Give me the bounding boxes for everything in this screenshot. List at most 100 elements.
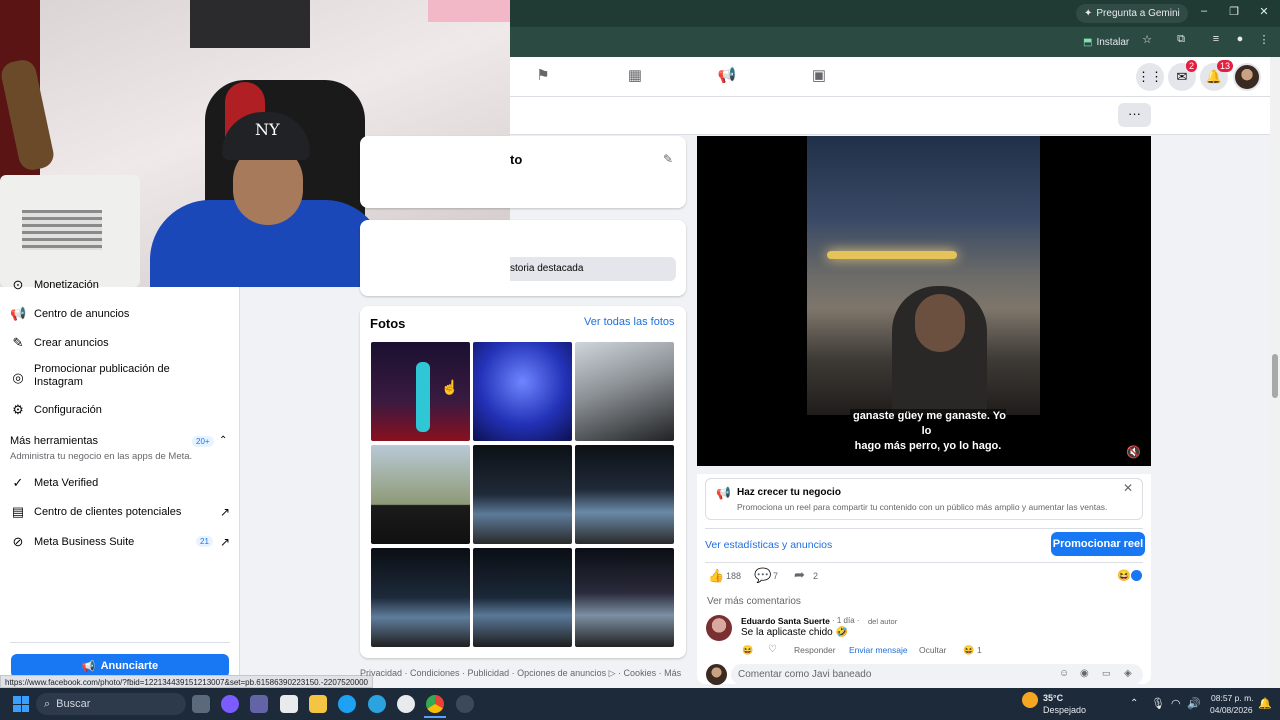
sidebar-item-label: Monetización bbox=[34, 279, 99, 291]
restore-icon[interactable]: ❐ bbox=[1227, 5, 1241, 18]
copilot-icon[interactable] bbox=[221, 695, 239, 713]
sidebar-item-meta-verified[interactable]: ✓ Meta Verified bbox=[10, 475, 232, 491]
photo-thumbnail[interactable] bbox=[575, 445, 674, 544]
sidebar-divider bbox=[10, 642, 230, 643]
close-icon[interactable]: ✕ bbox=[1123, 481, 1133, 495]
discord-icon[interactable] bbox=[397, 695, 415, 713]
photo-thumbnail[interactable] bbox=[473, 342, 572, 441]
flag-icon[interactable]: ⚑ bbox=[532, 66, 554, 86]
see-all-photos-link[interactable]: Ver todas las fotos bbox=[584, 316, 675, 328]
insights-icon[interactable]: ▦ bbox=[624, 66, 646, 86]
wall-poster-pink bbox=[428, 0, 510, 22]
sticker-icon[interactable]: ◈ bbox=[1124, 668, 1132, 679]
chevron-up-icon[interactable]: ⌃ bbox=[219, 435, 227, 446]
pencil-icon[interactable]: ✎ bbox=[663, 152, 673, 166]
wifi-icon[interactable]: ◠ bbox=[1171, 697, 1181, 710]
photo-thumbnail[interactable] bbox=[371, 548, 470, 647]
camera-icon[interactable]: ◉ bbox=[1080, 668, 1089, 679]
account-avatar[interactable] bbox=[1233, 63, 1261, 91]
gemini-button[interactable]: ✦ Pregunta a Gemini bbox=[1076, 4, 1188, 23]
weather-sun-icon[interactable] bbox=[1022, 692, 1038, 708]
emoji-icon[interactable]: ☺ bbox=[1059, 668, 1069, 679]
install-icon: ⬒ bbox=[1083, 36, 1093, 48]
extensions-icon[interactable]: ⧉ bbox=[1173, 33, 1189, 46]
laugh-reaction-icon: 😆 bbox=[963, 645, 975, 655]
comment-meta: · 1 día · bbox=[832, 616, 860, 625]
more-options-button[interactable]: ··· bbox=[1118, 103, 1151, 127]
comment-icon[interactable]: 💬 bbox=[754, 567, 771, 584]
sidebar-item-promocionar-instagram[interactable]: ◎ Promocionar publicación de Instagram bbox=[10, 363, 232, 389]
mute-icon[interactable]: 🔇 bbox=[1126, 445, 1141, 459]
menu-kebab-icon[interactable]: ⋮ bbox=[1256, 33, 1272, 46]
reels-icon[interactable]: ▣ bbox=[808, 66, 830, 86]
minimize-icon[interactable]: – bbox=[1197, 5, 1211, 17]
like-icon[interactable]: 👍 bbox=[708, 568, 724, 584]
hide-comment-link[interactable]: Ocultar bbox=[919, 645, 946, 655]
volume-icon[interactable]: 🔊 bbox=[1187, 697, 1201, 710]
laugh-reaction-icon[interactable]: 😆 bbox=[742, 645, 753, 656]
clock-time[interactable]: 08:57 p. m. bbox=[1211, 693, 1254, 703]
photo-thumbnail[interactable] bbox=[575, 342, 674, 441]
microphone-icon[interactable]: 🎙 bbox=[1151, 697, 1165, 710]
commenter-avatar[interactable] bbox=[706, 615, 732, 641]
photo-thumbnail[interactable] bbox=[575, 548, 674, 647]
reply-link[interactable]: Responder bbox=[794, 645, 836, 655]
task-view-icon[interactable] bbox=[192, 695, 210, 713]
share-icon[interactable]: ➦ bbox=[794, 567, 805, 583]
install-button[interactable]: ⬒ Instalar bbox=[1078, 33, 1134, 51]
sidebar-item-crear-anuncios[interactable]: ✎ Crear anuncios bbox=[10, 335, 232, 351]
reactions-summary-icon[interactable]: 😆 bbox=[1117, 569, 1131, 582]
comment-count: 7 bbox=[773, 571, 779, 581]
windows-start-icon[interactable] bbox=[13, 696, 29, 712]
scrollbar-thumb[interactable] bbox=[1272, 354, 1278, 398]
reel-caption: ganaste güey me ganaste. Yo lo hago más … bbox=[843, 409, 1013, 454]
edge-icon[interactable] bbox=[338, 695, 356, 713]
megaphone-icon: 📢 bbox=[716, 486, 731, 500]
store-icon[interactable] bbox=[280, 695, 298, 713]
promote-reel-button[interactable]: Promocionar reel bbox=[1051, 532, 1145, 556]
promo-title: Haz crecer tu negocio bbox=[737, 487, 841, 498]
more-comments-link[interactable]: Ver más comentarios bbox=[707, 596, 801, 607]
chrome-icon[interactable] bbox=[426, 695, 444, 713]
featured-story-button[interactable]: storia destacada bbox=[510, 257, 676, 281]
sidebar-item-centro-clientes[interactable]: ▤ Centro de clientes potenciales ↗ bbox=[10, 504, 232, 520]
sidebar-item-configuracion[interactable]: ⚙ Configuración bbox=[10, 402, 232, 418]
install-label: Instalar bbox=[1096, 36, 1130, 48]
reaction-count: 1 bbox=[977, 645, 982, 655]
author-tag: del autor bbox=[868, 617, 898, 626]
sidebar-item-label: Centro de anuncios bbox=[34, 308, 130, 320]
bookmark-star-icon[interactable]: ☆ bbox=[1139, 33, 1155, 46]
photo-thumbnail[interactable] bbox=[473, 548, 572, 647]
photo-thumbnail[interactable] bbox=[473, 445, 572, 544]
megaphone-icon[interactable]: 📢 bbox=[716, 66, 738, 86]
reading-list-icon[interactable]: ≡ bbox=[1208, 33, 1224, 45]
footer-links[interactable]: Privacidad · Condiciones · Publicidad · … bbox=[360, 668, 690, 679]
send-message-link[interactable]: Enviar mensaje bbox=[849, 645, 908, 655]
apps-menu-button[interactable]: ⋮⋮ bbox=[1136, 63, 1164, 91]
dislike-icon[interactable]: ♡ bbox=[768, 644, 777, 655]
more-tools-count: 20+ bbox=[192, 436, 214, 447]
sidebar-item-label: Promocionar publicación de Instagram bbox=[34, 363, 170, 388]
close-icon[interactable]: ✕ bbox=[1257, 5, 1271, 18]
comment-text: Se la aplicaste chido 🤣 bbox=[741, 627, 848, 638]
chevron-up-icon[interactable]: ⌃ bbox=[1130, 698, 1138, 709]
telegram-icon[interactable] bbox=[368, 695, 386, 713]
stats-link[interactable]: Ver estadísticas y anuncios bbox=[705, 539, 832, 551]
sidebar-item-centro-anuncios[interactable]: 📢 Centro de anuncios bbox=[10, 306, 232, 322]
leads-icon: ▤ bbox=[11, 504, 25, 519]
notification-center-icon[interactable]: 🔔 bbox=[1258, 697, 1272, 710]
commenter-name[interactable]: Eduardo Santa Suerte bbox=[741, 616, 830, 626]
clock-date[interactable]: 04/08/2026 bbox=[1210, 705, 1253, 715]
search-icon: ⌕ bbox=[44, 697, 51, 710]
file-explorer-icon[interactable] bbox=[309, 695, 327, 713]
sidebar-item-monetizacion[interactable]: ⊙ Monetización bbox=[10, 279, 232, 291]
taskbar-search-label: Buscar bbox=[56, 698, 91, 710]
business-suite-count: 21 bbox=[196, 536, 213, 547]
obs-icon[interactable] bbox=[456, 695, 474, 713]
taskbar-search[interactable]: ⌕ Buscar bbox=[36, 693, 186, 715]
reel-caption-line: ganaste güey me ganaste. Yo lo bbox=[849, 409, 1007, 438]
profile-icon[interactable]: ● bbox=[1232, 33, 1248, 45]
teams-icon[interactable] bbox=[250, 695, 268, 713]
gif-icon[interactable]: ▭ bbox=[1102, 668, 1111, 679]
photo-thumbnail[interactable] bbox=[371, 445, 470, 544]
